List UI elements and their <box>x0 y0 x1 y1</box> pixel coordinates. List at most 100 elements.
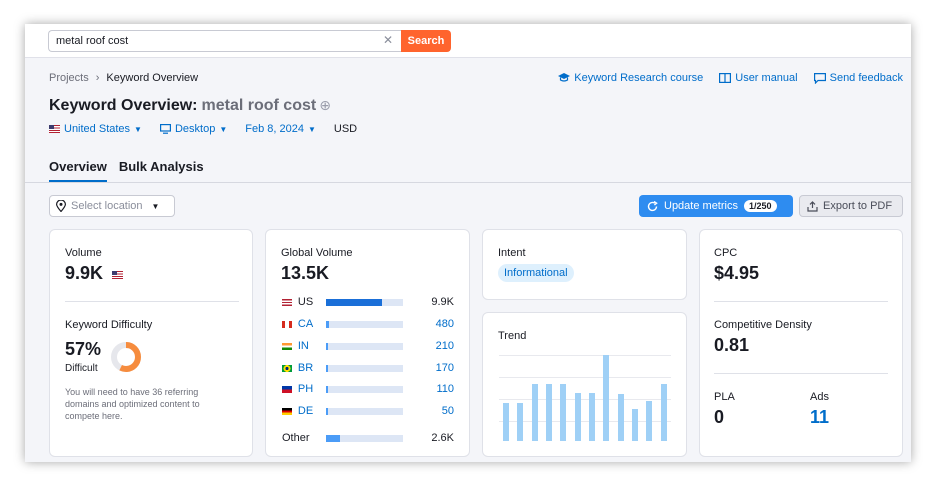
us-flag-icon <box>112 271 123 279</box>
kd-donut <box>111 342 141 372</box>
clear-icon[interactable]: ✕ <box>383 33 393 47</box>
course-link[interactable]: Keyword Research course <box>558 72 703 84</box>
app-window: ✕ Search Projects › Keyword Overview Keywo… <box>25 24 911 462</box>
date-select[interactable]: Feb 8, 2024 ▼ <box>245 123 316 135</box>
country-code[interactable]: BR <box>298 362 326 374</box>
feedback-label: Send feedback <box>829 72 903 84</box>
volume-share-fill <box>325 298 382 306</box>
volume-share-fill <box>325 385 328 393</box>
export-pdf-button[interactable]: Export to PDF <box>799 195 903 217</box>
ca-flag-icon <box>282 320 292 328</box>
de-flag-icon <box>282 407 292 415</box>
ads-label: Ads <box>810 391 829 403</box>
tab-bar: Overview Bulk Analysis <box>49 159 204 182</box>
device-select[interactable]: Desktop ▼ <box>159 123 228 135</box>
global-volume-card: Global Volume 13.5K US 9.9K CA 480 IN 210 BR 17… <box>265 229 470 457</box>
global-label: Global Volume <box>281 247 353 259</box>
chevron-down-icon: ▼ <box>219 124 228 134</box>
country-row: CA 480 <box>282 317 454 331</box>
country-select[interactable]: United States ▼ <box>49 123 142 135</box>
country-label: United States <box>64 123 131 135</box>
help-links: Keyword Research course User manual Send… <box>558 72 903 84</box>
volume-share-bar <box>325 298 403 306</box>
trend-chart <box>499 355 671 441</box>
divider <box>65 301 239 302</box>
intent-card: Intent Informational <box>482 229 687 300</box>
us-flag-icon <box>282 298 292 306</box>
trend-bar <box>560 384 567 441</box>
country-volume: 50 <box>441 405 454 417</box>
intent-badge: Informational <box>498 264 574 282</box>
gridline <box>499 421 671 422</box>
chevron-right-icon: › <box>95 72 100 84</box>
volume-share-bar <box>325 407 403 415</box>
volume-card: Volume 9.9K Keyword Difficulty 57% Diffi… <box>49 229 253 457</box>
country-row: US 9.9K <box>282 295 454 309</box>
country-volume: 110 <box>436 383 454 395</box>
kd-label: Keyword Difficulty <box>65 319 153 331</box>
volume-share-bar <box>325 434 403 442</box>
location-placeholder: Select location <box>71 200 143 212</box>
volume-share-fill <box>325 342 328 350</box>
volume-share-bar <box>325 364 403 372</box>
book-icon <box>719 73 732 83</box>
feedback-link[interactable]: Send feedback <box>813 72 903 84</box>
add-circle-icon[interactable]: ⊕ <box>319 97 331 113</box>
volume-share-fill <box>325 364 328 372</box>
pla-label: PLA <box>714 391 735 403</box>
title-keyword: metal roof cost <box>201 97 317 114</box>
country-row: IN 210 <box>282 339 454 353</box>
trend-bar <box>546 384 552 441</box>
gridline <box>499 355 671 356</box>
location-pin-icon <box>56 200 66 212</box>
breadcrumb: Projects › Keyword Overview <box>49 72 198 84</box>
title-label: Keyword Overview: <box>49 97 198 114</box>
export-label: Export to PDF <box>823 200 893 212</box>
country-code[interactable]: DE <box>298 405 326 417</box>
cpc-label: CPC <box>714 247 738 259</box>
update-metrics-button[interactable]: Update metrics 1/250 <box>639 195 793 217</box>
trend-bar <box>646 401 653 441</box>
tab-bulk-analysis[interactable]: Bulk Analysis <box>119 159 204 182</box>
ph-flag-icon <box>282 385 292 393</box>
page-title: Keyword Overview: metal roof cost ⊕ <box>49 97 331 115</box>
ads-value[interactable]: 11 <box>810 407 829 428</box>
country-code[interactable]: CA <box>298 318 326 330</box>
device-label: Desktop <box>174 123 216 135</box>
search-input[interactable] <box>48 30 402 52</box>
country-volume: 170 <box>435 362 454 374</box>
in-flag-icon <box>282 342 292 350</box>
trend-bar <box>603 355 610 441</box>
monitor-icon <box>159 124 171 134</box>
volume-share-fill <box>325 434 341 442</box>
divider <box>714 373 888 374</box>
trend-bar <box>531 384 538 441</box>
volume-label: Volume <box>65 247 102 259</box>
country-volume: 210 <box>435 340 454 352</box>
location-select[interactable]: Select location ▼ <box>49 195 175 217</box>
trend-bar <box>660 384 667 441</box>
country-volume: 9.9K <box>431 296 454 308</box>
trend-label: Trend <box>498 330 527 342</box>
country-code[interactable]: IN <box>298 340 326 352</box>
trend-bar <box>617 393 624 441</box>
pla-value: 0 <box>714 407 725 427</box>
br-flag-icon <box>282 364 292 372</box>
trend-card: Trend <box>482 312 687 457</box>
trend-bar <box>574 392 581 441</box>
manual-link[interactable]: User manual <box>719 72 798 84</box>
trend-bar <box>589 392 595 441</box>
trend-bar <box>503 403 509 441</box>
course-label: Keyword Research course <box>574 72 704 84</box>
density-label: Competitive Density <box>714 319 812 331</box>
search-button[interactable]: Search <box>401 30 451 52</box>
search-bar: ✕ Search <box>25 24 911 58</box>
country-code[interactable]: PH <box>298 383 326 395</box>
country-code: US <box>297 296 314 308</box>
volume-value: 9.9K <box>65 263 104 283</box>
breadcrumb-projects[interactable]: Projects <box>49 72 89 84</box>
tab-overview[interactable]: Overview <box>49 159 107 182</box>
gridline <box>499 399 671 400</box>
intent-label: Intent <box>498 247 526 259</box>
country-row: PH 110 <box>282 382 454 396</box>
